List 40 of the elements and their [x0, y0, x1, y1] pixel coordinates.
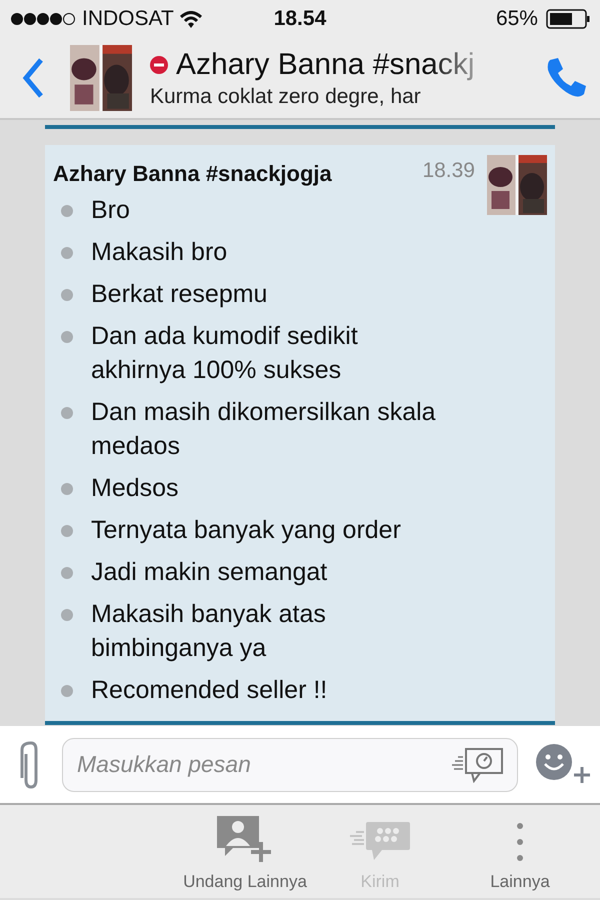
bullet-icon: [61, 685, 73, 697]
more-icon: [516, 822, 524, 862]
bullet-icon: [61, 609, 73, 621]
message-line: Dan masih dikomersilkan skala medaos: [91, 397, 437, 462]
battery-percent: 65%: [496, 7, 538, 31]
send-icon: [350, 822, 410, 862]
message-line: Makasih banyak atas bimbinganya ya: [91, 599, 327, 664]
toolbar-button[interactable]: Lainnya: [440, 805, 600, 898]
add-emoji-icon[interactable]: [536, 744, 592, 786]
message-line: Ternyata banyak yang order: [91, 515, 402, 546]
signal-icon: [10, 12, 76, 26]
back-icon[interactable]: [22, 57, 44, 99]
message-line: Jadi makin semangat: [91, 557, 328, 588]
bullet-icon: [61, 205, 73, 217]
bullet-icon: [61, 483, 73, 495]
message-line: Berkat resepmu: [91, 279, 268, 310]
message-line: Bro: [91, 195, 131, 226]
contact-status: Kurma coklat zero degre, har: [150, 84, 422, 108]
add-contact-icon: [217, 816, 273, 862]
message-line: Dan ada kumodif sedikit akhirnya 100% sukses: [91, 321, 359, 386]
bullet-icon: [61, 289, 73, 301]
wifi-icon: [180, 10, 202, 28]
battery-icon: [546, 9, 590, 29]
bullet-icon: [61, 247, 73, 259]
bullet-icon: [61, 567, 73, 579]
message-line: Makasih bro: [91, 237, 228, 268]
bullet-icon: [61, 407, 73, 419]
sender-name: Azhary Banna #snackjogja: [53, 161, 333, 187]
busy-status-icon: [150, 56, 168, 74]
bullet-icon: [61, 525, 73, 537]
message-line: Medsos: [91, 473, 180, 504]
message-input[interactable]: Masukkan pesan: [62, 738, 518, 792]
clock-time: 18.54: [272, 7, 328, 31]
bullet-icon: [61, 331, 73, 343]
timed-message-icon[interactable]: [452, 746, 504, 782]
carrier-name: INDOSAT: [82, 7, 174, 31]
message-line: Recomended seller !!: [91, 675, 328, 706]
contact-name: Azhary Banna #snackj: [176, 48, 475, 82]
toolbar-button[interactable]: Undang Lainnya: [170, 805, 320, 898]
message-time: 18.39: [422, 159, 475, 183]
